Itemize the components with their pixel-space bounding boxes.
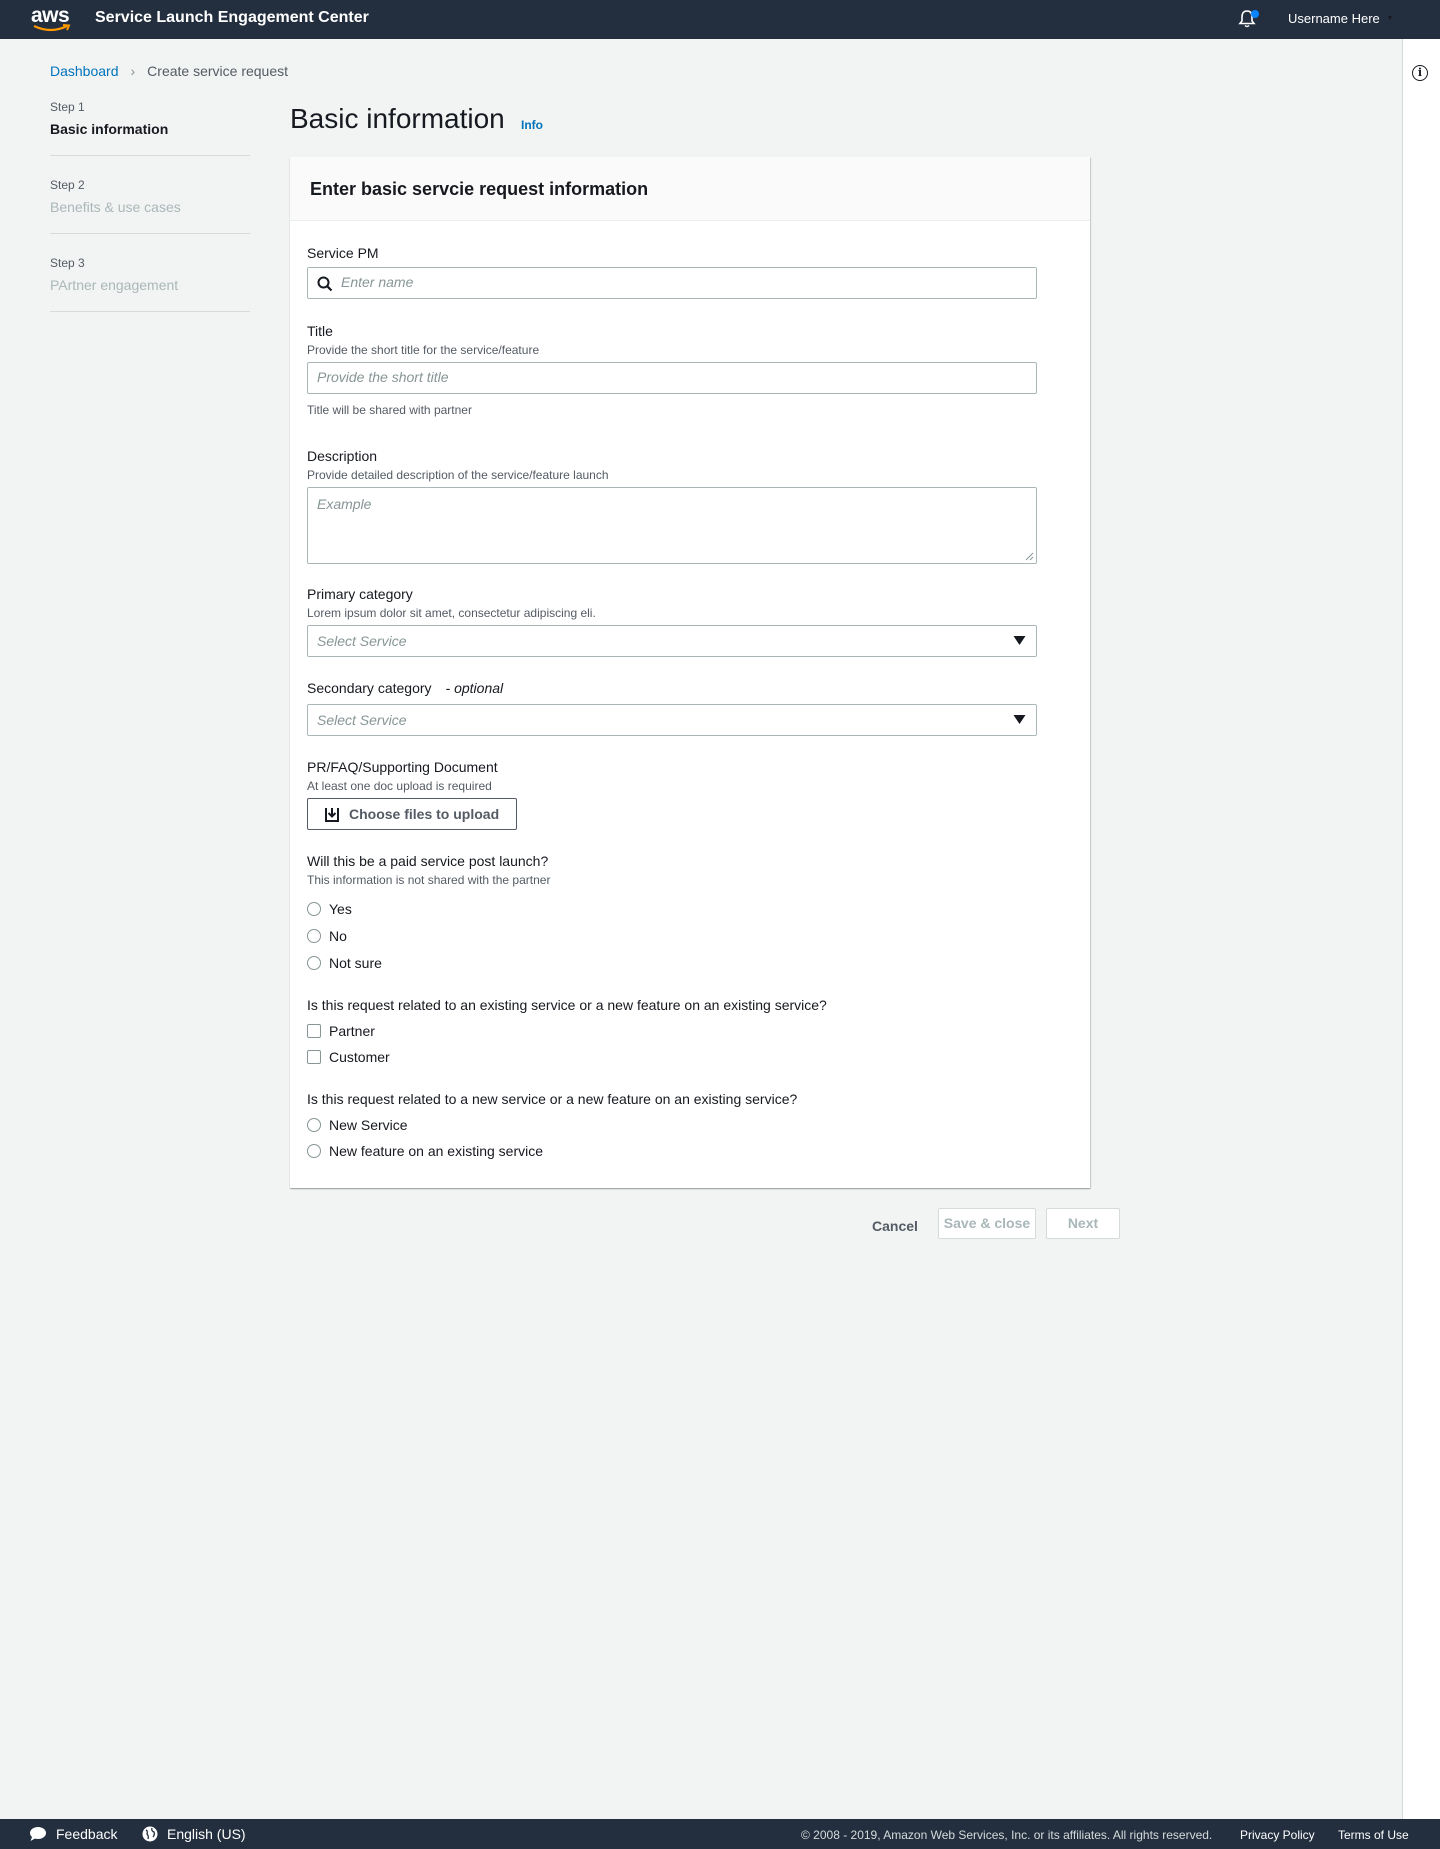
paid-service-radio-not-sure[interactable]: Not sure <box>307 955 382 971</box>
radio-label: New feature on an existing service <box>329 1143 543 1159</box>
cancel-button[interactable]: Cancel <box>862 1214 928 1238</box>
next-button[interactable]: Next <box>1046 1208 1120 1239</box>
secondary-category-label-text: Secondary category <box>307 680 432 696</box>
checkbox-label: Customer <box>329 1049 390 1065</box>
document-description: At least one doc upload is required <box>307 779 492 793</box>
breadcrumb: Dashboard › Create service request <box>50 63 288 79</box>
new-related-radio-new-feature[interactable]: New feature on an existing service <box>307 1143 543 1159</box>
paid-service-label: Will this be a paid service post launch? <box>307 853 549 869</box>
search-icon <box>317 276 333 292</box>
step-label: Benefits & use cases <box>50 199 181 215</box>
paid-service-radio-no[interactable]: No <box>307 928 347 944</box>
service-pm-label: Service PM <box>307 245 379 261</box>
caret-down-icon <box>1013 715 1026 724</box>
choose-files-button[interactable]: Choose files to upload <box>307 798 517 830</box>
secondary-category-value: Select Service <box>317 712 407 728</box>
notification-dot <box>1251 10 1259 18</box>
wizard-step-2[interactable]: Step 2 Benefits & use cases <box>50 178 250 234</box>
paid-service-radio-yes[interactable]: Yes <box>307 901 352 917</box>
title-hint: Title will be shared with partner <box>307 403 472 417</box>
primary-category-label: Primary category <box>307 586 413 602</box>
primary-category-value: Select Service <box>317 633 407 649</box>
new-related-label: Is this request related to a new service… <box>307 1091 798 1107</box>
user-menu[interactable]: Username Here <box>1288 11 1380 26</box>
step-label: Basic information <box>50 121 169 137</box>
aws-logo[interactable]: aws <box>31 5 71 33</box>
form-header: Enter basic servcie request information <box>290 157 1090 221</box>
radio-button[interactable] <box>307 929 321 943</box>
service-pm-input[interactable]: Enter name <box>307 267 1037 299</box>
info-icon[interactable]: i <box>1412 65 1428 81</box>
new-related-radio-new-service[interactable]: New Service <box>307 1117 408 1133</box>
primary-category-description: Lorem ipsum dolor sit amet, consectetur … <box>307 606 596 620</box>
globe-icon <box>142 1826 158 1842</box>
help-panel-rail: i <box>1402 39 1440 1819</box>
optional-tag: - optional <box>445 680 504 696</box>
title-label: Title <box>307 323 333 339</box>
description-textarea[interactable]: Example <box>307 487 1037 564</box>
paid-service-description: This information is not shared with the … <box>307 873 551 887</box>
notifications-button[interactable] <box>1238 9 1259 29</box>
wizard-step-3[interactable]: Step 3 PArtner engagement <box>50 256 250 312</box>
radio-button[interactable] <box>307 902 321 916</box>
radio-button[interactable] <box>307 1118 321 1132</box>
language-label: English (US) <box>167 1826 246 1842</box>
form-container: Enter basic servcie request information … <box>290 157 1090 1188</box>
caret-down-icon <box>1013 636 1026 645</box>
existing-related-checkbox-customer[interactable]: Customer <box>307 1049 390 1065</box>
feedback-link[interactable]: Feedback <box>29 1826 117 1842</box>
app-title[interactable]: Service Launch Engagement Center <box>95 9 369 27</box>
feedback-label: Feedback <box>56 1826 118 1842</box>
breadcrumb-current: Create service request <box>147 63 289 79</box>
checkbox[interactable] <box>307 1024 321 1038</box>
resize-grip-icon[interactable] <box>1025 552 1034 561</box>
copyright-text: © 2008 - 2019, Amazon Web Services, Inc.… <box>801 1828 1213 1842</box>
secondary-category-label: Secondary category - optional <box>307 680 503 696</box>
breadcrumb-dashboard-link[interactable]: Dashboard <box>50 63 119 79</box>
radio-label: Not sure <box>329 955 382 971</box>
step-number: Step 1 <box>50 100 85 114</box>
wizard-step-1[interactable]: Step 1 Basic information <box>50 100 250 156</box>
radio-label: New Service <box>329 1117 408 1133</box>
wizard-steps: Step 1 Basic information Step 2 Benefits… <box>50 100 250 334</box>
radio-label: No <box>329 928 347 944</box>
radio-label: Yes <box>329 901 352 917</box>
page-title: Basic information <box>290 103 505 134</box>
top-navigation: aws Service Launch Engagement Center Use… <box>0 0 1440 39</box>
privacy-policy-link[interactable]: Privacy Policy <box>1240 1828 1315 1842</box>
service-pm-placeholder: Enter name <box>341 274 414 290</box>
upload-icon <box>325 807 339 822</box>
radio-button[interactable] <box>307 956 321 970</box>
existing-related-label: Is this request related to an existing s… <box>307 997 827 1013</box>
checkbox[interactable] <box>307 1050 321 1064</box>
breadcrumb-chevron-icon: › <box>130 63 136 79</box>
step-label: PArtner engagement <box>50 277 179 293</box>
description-help: Provide detailed description of the serv… <box>307 468 609 482</box>
checkbox-label: Partner <box>329 1023 375 1039</box>
speech-bubble-icon <box>30 1827 46 1841</box>
title-placeholder: Provide the short title <box>317 369 449 385</box>
footer: Feedback English (US) © 2008 - 2019, Ama… <box>0 1819 1440 1849</box>
document-label: PR/FAQ/Supporting Document <box>307 759 498 775</box>
description-label: Description <box>307 448 378 464</box>
description-placeholder: Example <box>317 496 372 512</box>
choose-files-label: Choose files to upload <box>349 806 500 822</box>
user-menu-caret-icon[interactable]: ▾ <box>1388 13 1392 22</box>
radio-button[interactable] <box>307 1144 321 1158</box>
aws-logo-text: aws <box>31 4 70 27</box>
secondary-category-select[interactable]: Select Service <box>307 704 1037 736</box>
terms-of-use-link[interactable]: Terms of Use <box>1338 1828 1409 1842</box>
aws-smile-icon <box>33 24 71 32</box>
title-description: Provide the short title for the service/… <box>307 343 540 357</box>
info-link[interactable]: Info <box>521 118 543 132</box>
step-number: Step 2 <box>50 178 85 192</box>
primary-category-select[interactable]: Select Service <box>307 625 1037 657</box>
save-close-button[interactable]: Save & close <box>938 1208 1036 1239</box>
step-number: Step 3 <box>50 256 85 270</box>
title-input[interactable]: Provide the short title <box>307 362 1037 394</box>
language-selector[interactable]: English (US) <box>142 1826 246 1842</box>
existing-related-checkbox-partner[interactable]: Partner <box>307 1023 375 1039</box>
